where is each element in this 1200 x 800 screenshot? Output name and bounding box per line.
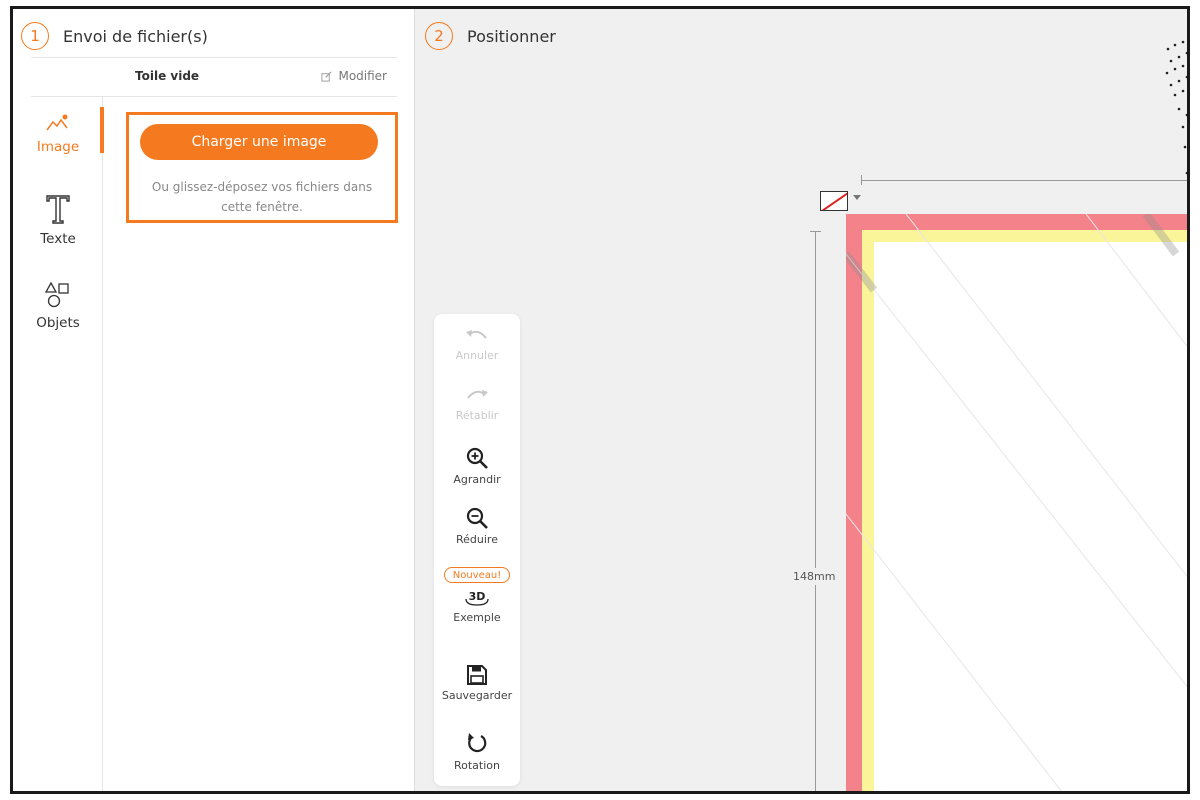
step-1-title: Envoi de fichier(s) (63, 26, 208, 46)
zoom-in-button[interactable]: Agrandir (434, 446, 520, 486)
no-color-icon (821, 192, 847, 210)
canvas-toolbar: Annuler Rétablir Agrandir Réduire Nouvea… (434, 314, 520, 786)
step-1-number: 1 (21, 22, 49, 50)
tool-image[interactable]: Image (13, 113, 103, 155)
example-3d-label: Exemple (453, 611, 501, 624)
zoom-out-button[interactable]: Réduire (434, 506, 520, 546)
ruler-vertical (815, 231, 816, 791)
edit-icon (321, 71, 332, 82)
canvas-subbar: Toile vide Modifier (31, 57, 397, 97)
step-1-header: 1 Envoi de fichier(s) (21, 13, 208, 59)
step-2-header: 2 Positionner (425, 13, 556, 59)
ruler-vertical-label: 148mm (793, 568, 836, 585)
zoom-out-icon (466, 507, 488, 529)
tool-text-label: Texte (40, 231, 76, 247)
redo-button[interactable]: Rétablir (434, 388, 520, 422)
modify-label: Modifier (338, 69, 387, 83)
new-badge: Nouveau! (444, 567, 510, 583)
undo-label: Annuler (455, 349, 499, 362)
canvas-name: Toile vide (135, 69, 200, 83)
save-label: Sauvegarder (441, 689, 513, 702)
text-icon (46, 195, 70, 224)
tool-text[interactable]: Texte (13, 193, 103, 247)
undo-button[interactable]: Annuler (434, 328, 520, 362)
redo-label: Rétablir (455, 409, 499, 422)
tool-objects-label: Objets (36, 315, 80, 331)
modify-button[interactable]: Modifier (321, 69, 387, 83)
redo-icon (467, 390, 488, 399)
chevron-down-icon[interactable] (853, 195, 861, 200)
save-button[interactable]: Sauvegarder (434, 664, 520, 702)
workspace: 2 Positionner 148mm Annuler Rétablir Agr… (415, 9, 1187, 791)
step-2-title: Positionner (467, 26, 556, 46)
zoom-in-label: Agrandir (453, 473, 501, 486)
3d-icon-text: 3D (469, 590, 486, 603)
upload-hint-line-2: cette fenêtre. (221, 200, 303, 214)
upload-dropzone[interactable]: Charger une image Ou glissez-déposez vos… (126, 112, 398, 223)
example-3d-button[interactable]: 3D Exemple (434, 588, 520, 624)
zoom-in-icon (466, 447, 488, 469)
3d-icon: 3D (465, 590, 489, 606)
ruler-horizontal (861, 180, 1187, 181)
upload-image-button[interactable]: Charger une image (140, 124, 378, 160)
upload-hint: Ou glissez-déposez vos fichiers dans cet… (129, 177, 395, 217)
upload-hint-line-1: Ou glissez-déposez vos fichiers dans (151, 180, 373, 194)
rotate-button[interactable]: Rotation (434, 732, 520, 772)
background-color-swatch[interactable] (820, 191, 848, 211)
step-2-number: 2 (425, 22, 453, 50)
tool-sidebar: Image Texte Objets (13, 97, 104, 791)
app-frame: 1 Envoi de fichier(s) Toile vide Modifie… (10, 6, 1190, 794)
decorative-dots (1165, 40, 1187, 175)
shapes-icon (44, 281, 69, 308)
tool-objects[interactable]: Objets (13, 281, 103, 331)
undo-icon (466, 330, 487, 339)
canvas-diagonal-lines (846, 214, 1187, 791)
tool-image-label: Image (36, 139, 80, 155)
left-panel: 1 Envoi de fichier(s) Toile vide Modifie… (13, 9, 415, 791)
zoom-out-label: Réduire (456, 533, 498, 546)
save-icon (467, 665, 487, 685)
rotate-label: Rotation (453, 759, 500, 772)
rotate-icon (468, 733, 487, 753)
image-icon (46, 114, 68, 131)
